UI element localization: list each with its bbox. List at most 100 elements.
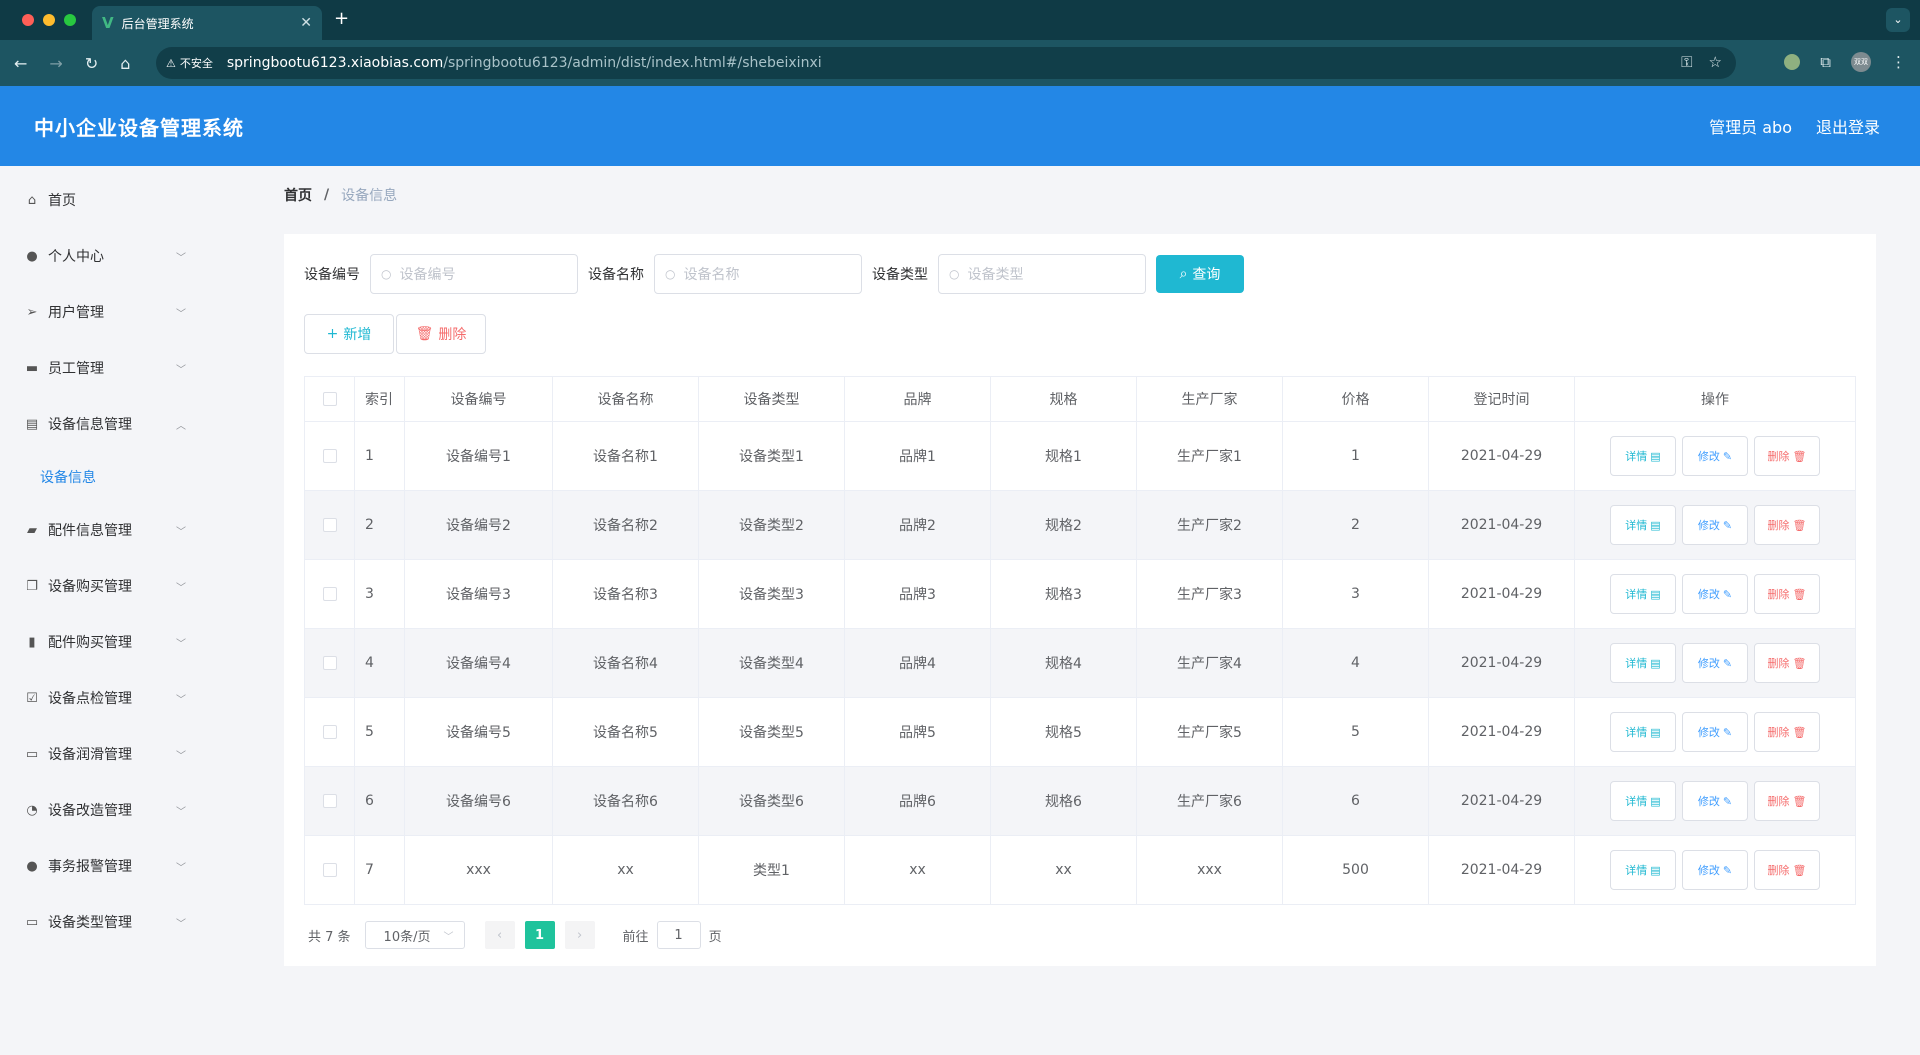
detail-button[interactable]: 详情 ▤ [1610,505,1676,545]
tab-close-icon[interactable]: ✕ [300,15,312,31]
back-icon[interactable]: ← [14,54,27,73]
maximize-window-button[interactable] [64,14,76,26]
breadcrumb-current: 设备信息 [341,188,398,204]
sidebar-item-device-type-management[interactable]: ▭ 设备类型管理 ﹀ [0,894,258,950]
sidebar-item-device-purchase-management[interactable]: ❐ 设备购买管理 ﹀ [0,558,258,614]
row-select-cell [304,421,355,491]
close-window-button[interactable] [22,14,34,26]
row-checkbox[interactable] [322,449,337,463]
detail-button[interactable]: 详情 ▤ [1610,436,1676,476]
forward-icon[interactable]: → [49,54,62,73]
delete-button[interactable]: 删除 🗑 [1754,505,1820,545]
query-button[interactable]: ⌕ 查询 [1156,255,1244,293]
select-all-checkbox[interactable] [322,392,337,406]
trash-icon: 🗑 [1792,725,1807,739]
device-name-input[interactable]: ○ 设备名称 [654,254,862,294]
new-tab-icon[interactable]: + [334,8,349,29]
sidebar-item-device-inspection-management[interactable]: ☑ 设备点检管理 ﹀ [0,670,258,726]
edit-button[interactable]: 修改 ✎ [1682,574,1748,614]
row-checkbox[interactable] [322,725,337,739]
sidebar-item-user-management[interactable]: ➢ 用户管理 ﹀ [0,284,258,340]
detail-label: 详情 [1625,588,1648,601]
address-bar[interactable]: ⚠ 不安全 springbootu6123.xiaobias.com/sprin… [156,47,1736,79]
sidebar-item-parts-info-management[interactable]: ▰ 配件信息管理 ﹀ [0,502,258,558]
prev-page-button[interactable]: ‹ [484,921,515,949]
tab-menu-icon[interactable]: ⌄ [1886,8,1910,32]
table-cell: 规格4 [990,628,1137,698]
device-name-placeholder: 设备名称 [683,267,740,283]
next-page-button[interactable]: › [564,921,595,949]
sidebar-item-label: 配件购买管理 [48,635,132,651]
row-checkbox[interactable] [322,587,337,601]
batch-delete-button[interactable]: 🗑 删除 [396,314,486,354]
detail-button[interactable]: 详情 ▤ [1610,781,1676,821]
edit-button[interactable]: 修改 ✎ [1682,643,1748,683]
detail-button[interactable]: 详情 ▤ [1610,712,1676,752]
edit-button[interactable]: 修改 ✎ [1682,505,1748,545]
page-size-select[interactable]: 10条/页 ﹀ [364,921,465,949]
row-select-cell [304,628,355,698]
detail-label: 详情 [1625,726,1648,739]
table-cell: 6 [354,766,405,836]
insecure-badge[interactable]: ⚠ 不安全 [166,55,213,71]
puzzle-icon[interactable]: ⧉ [1820,53,1831,71]
row-checkbox[interactable] [322,518,337,532]
delete-button[interactable]: 删除 🗑 [1754,781,1820,821]
page-number-current[interactable]: 1 [524,921,555,949]
device-type-input[interactable]: ○ 设备类型 [938,254,1146,294]
delete-button[interactable]: 删除 🗑 [1754,850,1820,890]
sidebar-subitem-device-info[interactable]: 设备信息 [0,452,258,502]
sidebar-item-device-modification-management[interactable]: ◔ 设备改造管理 ﹀ [0,782,258,838]
row-checkbox[interactable] [322,656,337,670]
search-form: 设备编号 ○ 设备编号 设备名称 ○ 设备名称 设备类型 ○ 设备类型 ⌕ 查询 [304,254,1856,294]
detail-button[interactable]: 详情 ▤ [1610,643,1676,683]
sidebar-item-home[interactable]: ⌂ 首页 [0,172,258,228]
row-checkbox[interactable] [322,794,337,808]
browser-tab[interactable]: V 后台管理系统 ✕ [92,6,322,40]
table-header-row: 索引 设备编号 设备名称 设备类型 品牌 规格 生产厂家 价格 登记时间 操作 [304,376,1856,422]
sidebar-item-parts-purchase-management[interactable]: ▮ 配件购买管理 ﹀ [0,614,258,670]
send-icon: ➢ [26,304,38,320]
delete-button[interactable]: 删除 🗑 [1754,712,1820,752]
table-cell: 设备类型6 [698,766,845,836]
delete-button[interactable]: 删除 🗑 [1754,643,1820,683]
table-cell: 4 [1282,628,1429,698]
edit-button[interactable]: 修改 ✎ [1682,850,1748,890]
content-panel: 设备编号 ○ 设备编号 设备名称 ○ 设备名称 设备类型 ○ 设备类型 ⌕ 查询 [284,234,1876,966]
sidebar-item-device-lubrication-management[interactable]: ▭ 设备润滑管理 ﹀ [0,726,258,782]
sidebar-item-personal-center[interactable]: ● 个人中心 ﹀ [0,228,258,284]
more-menu-icon[interactable]: ⋮ [1891,53,1906,71]
minimize-window-button[interactable] [43,14,55,26]
logout-link[interactable]: 退出登录 [1816,114,1880,138]
add-button[interactable]: + 新增 [304,314,394,354]
home-icon[interactable]: ⌂ [120,54,130,73]
sidebar-item-staff-management[interactable]: ▬ 员工管理 ﹀ [0,340,258,396]
key-icon[interactable]: ⚿ [1681,53,1692,71]
reload-icon[interactable]: ↻ [85,54,98,73]
table-row: 2 设备编号2 设备名称2 设备类型2 品牌2 规格2 生产厂家2 2 2021-04-29 详情… [304,490,1856,560]
breadcrumb-home[interactable]: 首页 [284,185,312,205]
device-type-label: 设备类型 [872,267,928,283]
detail-button[interactable]: 详情 ▤ [1610,850,1676,890]
extension-icon[interactable] [1784,54,1801,70]
device-code-input[interactable]: ○ 设备编号 [370,254,578,294]
edit-button[interactable]: 修改 ✎ [1682,436,1748,476]
user-icon: ● [26,858,38,874]
row-checkbox[interactable] [322,863,337,877]
profile-avatar[interactable]: 双双 [1851,52,1871,72]
edit-button[interactable]: 修改 ✎ [1682,781,1748,821]
table-cell: 6 [1282,766,1429,836]
delete-button[interactable]: 删除 🗑 [1754,436,1820,476]
sidebar-item-device-info-management[interactable]: ▤ 设备信息管理 ︿ [0,396,258,452]
browser-extensions: ⧉ 双双 ⋮ [1784,52,1906,72]
sidebar-item-alarm-management[interactable]: ● 事务报警管理 ﹀ [0,838,258,894]
detail-button[interactable]: 详情 ▤ [1610,574,1676,614]
query-button-label: 查询 [1192,267,1221,283]
bookmark-star-icon[interactable]: ☆ [1709,53,1722,71]
sidebar-item-label: 个人中心 [48,249,104,265]
edit-button[interactable]: 修改 ✎ [1682,712,1748,752]
goto-page-input[interactable]: 1 [656,921,701,949]
table-row: 6 设备编号6 设备名称6 设备类型6 品牌6 规格6 生产厂家6 6 2021-04-29 详情… [304,766,1856,836]
table-cell: 3 [1282,559,1429,629]
delete-button[interactable]: 删除 🗑 [1754,574,1820,614]
